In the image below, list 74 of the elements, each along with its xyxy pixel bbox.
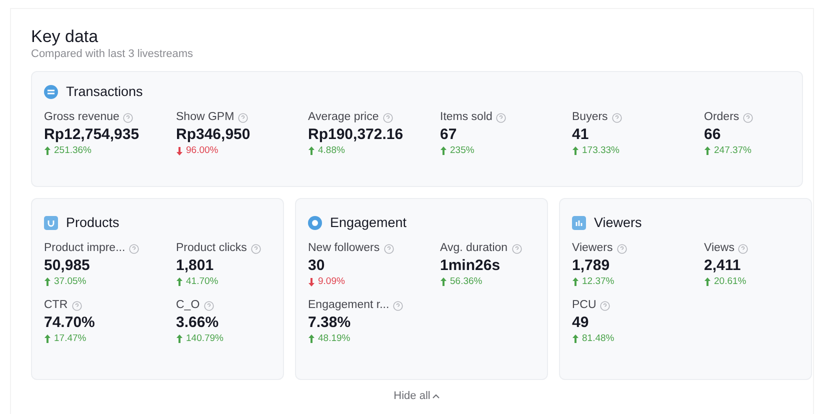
metric-label: Average price bbox=[308, 110, 379, 125]
metric-label: PCU bbox=[572, 298, 596, 313]
help-icon[interactable] bbox=[512, 244, 522, 254]
metric-value: 49 bbox=[572, 313, 590, 332]
change-percent: 20.61% bbox=[714, 275, 746, 288]
metric-label: Items sold bbox=[440, 110, 492, 125]
help-icon[interactable] bbox=[384, 244, 394, 254]
help-icon[interactable] bbox=[129, 244, 140, 254]
metric-label: Gross revenue bbox=[44, 110, 120, 125]
help-icon[interactable] bbox=[393, 300, 404, 310]
metric-value: Rp12,754,935 bbox=[44, 125, 140, 144]
card-title: Engagement bbox=[330, 215, 407, 231]
change-percent: 173.33% bbox=[582, 144, 620, 157]
change-percent: 12.37% bbox=[582, 275, 614, 288]
help-icon[interactable] bbox=[72, 300, 82, 310]
help-icon[interactable] bbox=[382, 112, 393, 122]
help-icon[interactable] bbox=[250, 244, 261, 254]
metric-label: New followers bbox=[308, 241, 380, 256]
metric-value: Rp346,950 bbox=[176, 125, 252, 144]
help-icon[interactable] bbox=[204, 300, 214, 310]
metric-label: Show GPM bbox=[176, 110, 234, 125]
metric-value: 30 bbox=[308, 256, 326, 275]
change-percent: 56.36% bbox=[450, 275, 482, 288]
change-percent: 41.70% bbox=[186, 275, 218, 288]
card-title: Products bbox=[66, 215, 120, 231]
metric-label: CTR bbox=[44, 298, 68, 313]
metric-value: 1,789 bbox=[572, 256, 611, 275]
help-icon[interactable] bbox=[738, 244, 748, 254]
change-percent: 9.09% bbox=[318, 275, 345, 288]
metric-value: 66 bbox=[704, 125, 722, 144]
help-icon[interactable] bbox=[238, 112, 248, 122]
metric-value: 3.66% bbox=[176, 313, 220, 332]
metric-label: Orders bbox=[704, 110, 740, 125]
card-title: Viewers bbox=[594, 215, 642, 231]
change-percent: 81.48% bbox=[582, 332, 614, 345]
metric-label: Product impre... bbox=[44, 241, 126, 256]
bar-chart-icon bbox=[572, 216, 586, 230]
change-percent: 140.79% bbox=[186, 332, 224, 345]
metric-label: Product clicks bbox=[176, 241, 247, 256]
metric-value: 1min26s bbox=[440, 256, 502, 275]
metric-value: 74.70% bbox=[44, 313, 96, 332]
metric-label: Avg. duration bbox=[440, 241, 508, 256]
metric-value: Rp190,372.16 bbox=[308, 125, 404, 144]
change-percent: 4.88% bbox=[318, 144, 345, 157]
change-percent: 251.36% bbox=[54, 144, 92, 157]
page-title: Key data bbox=[31, 27, 100, 47]
change-percent: 247.37% bbox=[714, 144, 752, 157]
metric-value: 41 bbox=[572, 125, 590, 144]
help-icon[interactable] bbox=[123, 112, 134, 122]
metric-value: 7.38% bbox=[308, 313, 352, 332]
help-icon[interactable] bbox=[496, 112, 506, 122]
change-percent: 235% bbox=[450, 144, 474, 157]
chat-bubble-icon bbox=[308, 216, 322, 230]
metric-label: Viewers bbox=[572, 241, 613, 256]
metric-label: C_O bbox=[176, 298, 200, 313]
metric-value: 50,985 bbox=[44, 256, 91, 275]
help-icon[interactable] bbox=[612, 112, 622, 122]
change-percent: 96.00% bbox=[186, 144, 218, 157]
metric-label: Engagement r... bbox=[308, 298, 390, 313]
help-icon[interactable] bbox=[616, 244, 627, 254]
hide-all-toggle[interactable]: Hide all bbox=[394, 388, 440, 404]
caret-up-icon bbox=[432, 393, 440, 400]
help-icon[interactable] bbox=[743, 112, 754, 122]
metric-label: Views bbox=[704, 241, 734, 256]
change-percent: 17.47% bbox=[54, 332, 86, 345]
change-percent: 37.05% bbox=[54, 275, 86, 288]
change-percent: 48.19% bbox=[318, 332, 350, 345]
page-subtitle: Compared with last 3 livestreams bbox=[31, 47, 194, 61]
metric-value: 67 bbox=[440, 125, 458, 144]
help-icon[interactable] bbox=[600, 300, 610, 310]
metric-value: 1,801 bbox=[176, 256, 215, 275]
metric-label: Buyers bbox=[572, 110, 608, 125]
metric-value: 2,411 bbox=[704, 256, 742, 275]
card-title: Transactions bbox=[66, 84, 143, 100]
